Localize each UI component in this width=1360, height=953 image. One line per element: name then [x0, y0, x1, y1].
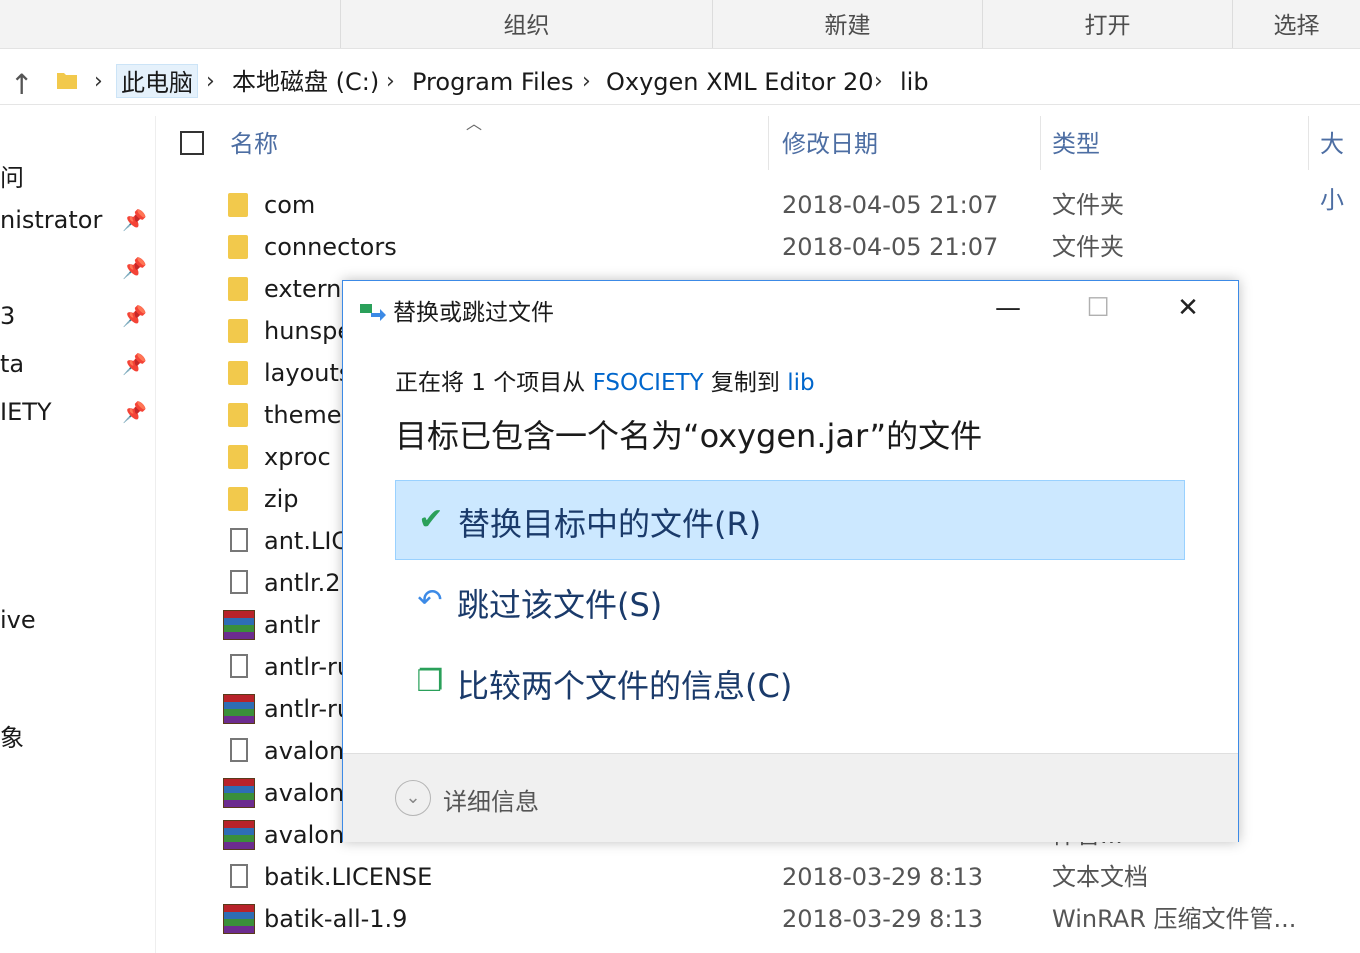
text-file-icon — [230, 654, 248, 678]
file-date: 2018-03-29 8:13 — [782, 863, 983, 891]
file-name: batik.LICENSE — [264, 863, 433, 891]
select-all-checkbox[interactable] — [180, 131, 204, 155]
close-icon[interactable]: ✕ — [1143, 281, 1233, 337]
column-header-date[interactable]: 修改日期 — [782, 116, 878, 172]
breadcrumb-this-pc[interactable]: 此电脑 — [116, 64, 198, 98]
folder-icon — [228, 403, 248, 427]
compare-files-icon: ❐ — [416, 664, 444, 699]
breadcrumb-separator: › — [582, 69, 591, 94]
file-name: antlr.2. — [264, 569, 349, 597]
file-name: connectors — [264, 233, 397, 261]
breadcrumb-lib[interactable]: lib — [900, 64, 929, 98]
folder-icon — [228, 445, 248, 469]
file-move-icon — [360, 304, 386, 321]
file-name: avalon — [264, 737, 345, 765]
maximize-icon: ☐ — [1086, 293, 1110, 323]
text-file-icon — [230, 528, 248, 552]
file-name: antlr-ru — [264, 653, 353, 681]
chevron-down-icon[interactable]: ⌄ — [395, 780, 431, 816]
folder-icon — [228, 235, 248, 259]
file-name: zip — [264, 485, 299, 513]
ribbon-tab-organize[interactable]: 组织 — [340, 0, 712, 48]
ribbon-tab-new[interactable]: 新建 — [712, 0, 982, 48]
column-divider[interactable] — [768, 116, 769, 170]
column-divider[interactable] — [1040, 116, 1041, 170]
winrar-icon — [223, 820, 255, 850]
source-folder-link[interactable]: FSOCIETY — [593, 370, 704, 396]
winrar-icon — [223, 904, 255, 934]
file-type: 文件夹 — [1052, 233, 1124, 261]
more-details-link[interactable]: 详细信息 — [443, 782, 539, 817]
skip-option-label: 跳过该文件(S) — [457, 586, 663, 624]
file-date: 2018-04-05 21:07 — [782, 191, 999, 219]
replace-option-button[interactable]: ✔ 替换目标中的文件(R) — [395, 480, 1185, 560]
winrar-icon — [223, 610, 255, 640]
folder-icon — [228, 361, 248, 385]
ribbon: 组织 新建 打开 选择 — [0, 0, 1360, 49]
winrar-icon — [223, 778, 255, 808]
text-file-icon — [230, 738, 248, 762]
file-name: antlr — [264, 611, 320, 639]
file-type: WinRAR 压缩文件管... — [1052, 905, 1297, 933]
folder-icon — [228, 277, 248, 301]
skip-option-button[interactable]: ↶ 跳过该文件(S) — [395, 562, 1185, 642]
file-name: xproc — [264, 443, 331, 471]
folder-icon — [228, 487, 248, 511]
column-header-size[interactable]: 大小 — [1320, 116, 1360, 214]
minimize-icon[interactable]: — — [963, 281, 1053, 337]
text-file-icon — [230, 864, 248, 888]
breadcrumb-separator: › — [94, 69, 103, 94]
file-name: batik-all-1.9 — [264, 905, 408, 933]
compare-option-button[interactable]: ❐ 比较两个文件的信息(C) — [395, 643, 1185, 723]
file-row[interactable]: batik.LICENSE 2018-03-29 8:13 文本文档 — [0, 856, 1360, 898]
file-row[interactable]: com 2018-04-05 21:07 文件夹 — [0, 184, 1360, 226]
arrow-up-icon[interactable]: ↑ — [10, 68, 33, 101]
folder-icon — [228, 193, 248, 217]
file-name: theme — [264, 401, 342, 429]
dialog-title: 替换或跳过文件 — [393, 300, 554, 326]
file-name: layouts — [264, 359, 352, 387]
column-divider[interactable] — [1308, 116, 1309, 170]
file-type: 文件夹 — [1052, 191, 1124, 219]
breadcrumb-local-disk[interactable]: 本地磁盘 (C:) — [232, 64, 379, 98]
file-name: hunspe — [264, 317, 353, 345]
column-header-name[interactable]: 名称 — [230, 116, 278, 172]
file-name: com — [264, 191, 316, 219]
breadcrumb-separator: › — [386, 69, 395, 94]
copy-summary-middle: 复制到 — [703, 370, 788, 396]
conflict-message: 目标已包含一个名为“oxygen.jar”的文件 — [395, 417, 983, 455]
file-name: ant.LIC — [264, 527, 349, 555]
file-date: 2018-04-05 21:07 — [782, 233, 999, 261]
file-date: 2018-03-29 8:13 — [782, 905, 983, 933]
breadcrumb-oxygen[interactable]: Oxygen XML Editor 20 — [606, 64, 873, 98]
file-name: avalon — [264, 821, 345, 849]
ribbon-tab-select[interactable]: 选择 — [1232, 0, 1360, 48]
folder-icon — [57, 73, 77, 89]
breadcrumb-program-files[interactable]: Program Files — [412, 64, 574, 98]
text-file-icon — [230, 570, 248, 594]
address-bar: ↑ › 此电脑 › 本地磁盘 (C:) › Program Files › Ox… — [0, 60, 1360, 105]
file-row[interactable]: connectors 2018-04-05 21:07 文件夹 — [0, 226, 1360, 268]
winrar-icon — [223, 694, 255, 724]
replace-or-skip-dialog: 替换或跳过文件 — ☐ ✕ 正在将 1 个项目从 FSOCIETY 复制到 li… — [342, 280, 1239, 842]
skip-arrow-icon: ↶ — [417, 583, 443, 618]
compare-option-label: 比较两个文件的信息(C) — [457, 667, 793, 705]
replace-option-label: 替换目标中的文件(R) — [458, 505, 762, 543]
dialog-footer: ⌄ 详细信息 — [343, 753, 1238, 842]
ribbon-tab-open[interactable]: 打开 — [982, 0, 1232, 48]
file-name: antlr-ru — [264, 695, 353, 723]
breadcrumb-separator: › — [874, 69, 883, 94]
sort-ascending-icon: ︿ — [466, 114, 483, 133]
file-type: 文本文档 — [1052, 863, 1148, 891]
copy-summary-prefix: 正在将 1 个项目从 — [395, 370, 593, 396]
destination-folder-link[interactable]: lib — [787, 370, 814, 396]
copy-summary: 正在将 1 个项目从 FSOCIETY 复制到 lib — [395, 363, 815, 397]
folder-icon — [228, 319, 248, 343]
file-name: avalon — [264, 779, 345, 807]
breadcrumb-separator: › — [206, 69, 215, 94]
file-row[interactable]: batik-all-1.9 2018-03-29 8:13 WinRAR 压缩文件管… — [0, 898, 1360, 940]
column-header-type[interactable]: 类型 — [1052, 116, 1100, 172]
checkmark-icon: ✔ — [418, 502, 444, 537]
